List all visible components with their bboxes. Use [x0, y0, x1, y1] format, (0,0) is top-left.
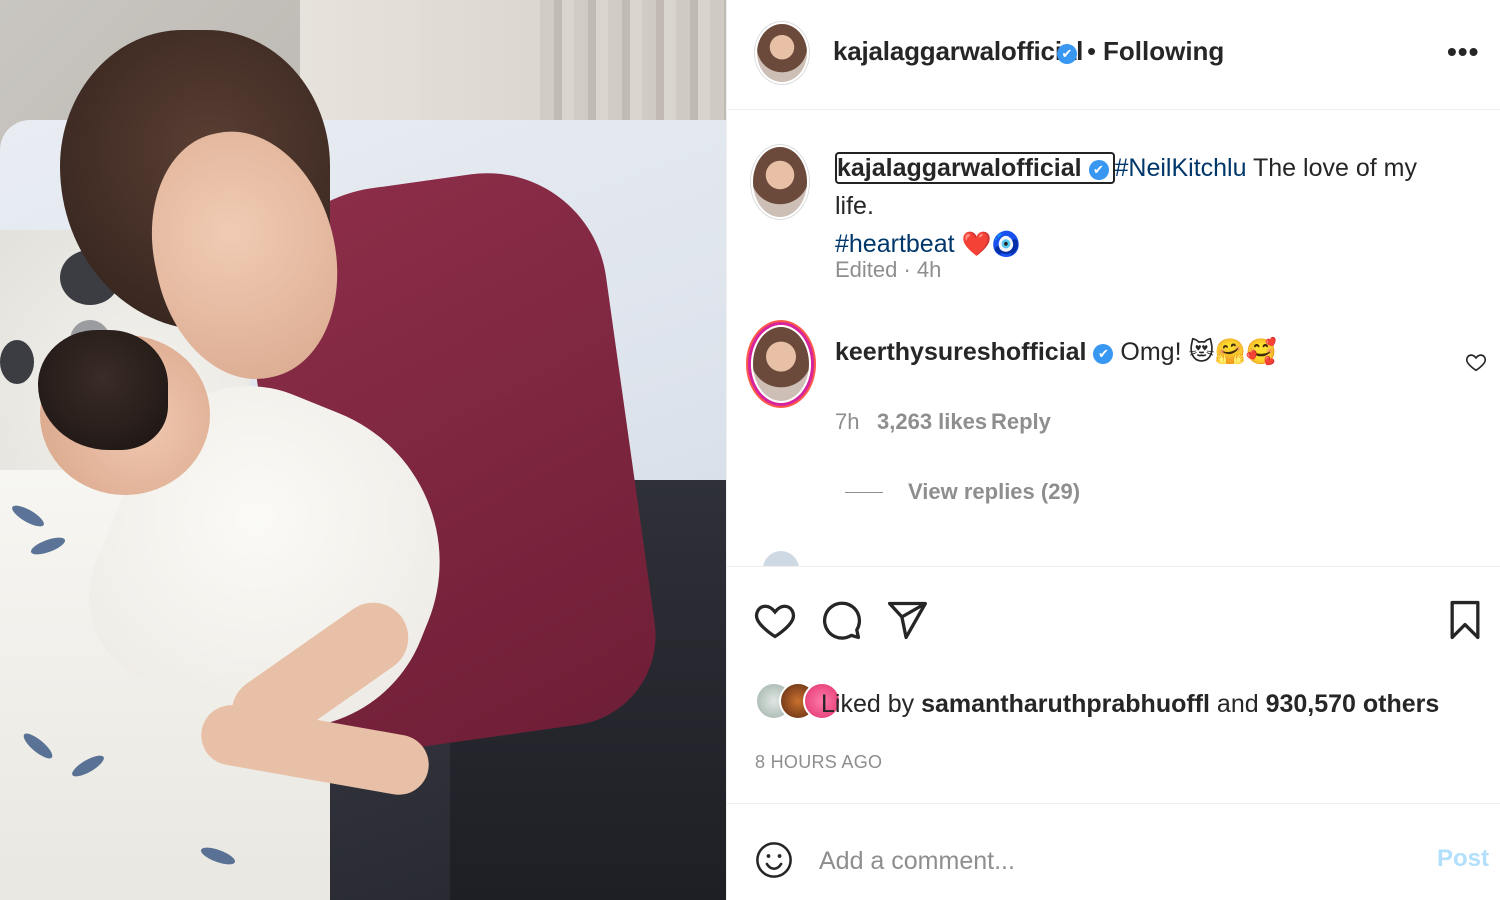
caption-avatar[interactable] [751, 145, 809, 219]
comment-text: Omg! 😻🤗🥰 [1120, 338, 1277, 366]
caption-emojis: ❤️🧿 [961, 230, 1022, 258]
verified-badge-icon: ✔ [1057, 44, 1077, 64]
comment-icon[interactable] [819, 598, 863, 642]
comment-input[interactable] [819, 843, 1399, 879]
liked-by-user[interactable]: samantharuthprabhuoffl [921, 690, 1210, 718]
comment-likes[interactable]: 3,263 likes [877, 409, 987, 435]
comment-like-icon[interactable] [1465, 351, 1487, 373]
separator-dot: • [1087, 36, 1097, 66]
post-timestamp[interactable]: 8 HOURS AGO [755, 752, 882, 773]
post-photo[interactable] [0, 0, 726, 900]
replies-divider-line [845, 492, 883, 493]
author-avatar[interactable] [755, 22, 809, 84]
verified-badge-icon: ✔ [1093, 344, 1114, 364]
liked-by-text: Liked by samantharuthprabhuoffl and 930,… [821, 690, 1439, 719]
comments-section[interactable]: kajalaggarwalofficial ✔ #NeilKitchlu The … [727, 111, 1500, 567]
more-options-icon[interactable]: ••• [1447, 36, 1479, 68]
comment-time: 7h [835, 409, 860, 434]
author-username[interactable]: kajalaggarwalofficial [833, 36, 1083, 67]
paper-plane-icon[interactable] [885, 598, 929, 642]
bookmark-icon[interactable] [1443, 598, 1487, 642]
view-replies-button[interactable]: View replies (29) [908, 479, 1080, 505]
commenter-username[interactable]: keerthysureshofficial [835, 338, 1087, 366]
reply-button[interactable]: Reply [991, 409, 1051, 435]
caption-edited-time: Edited · 4h [835, 257, 942, 282]
add-comment-bar: Post [727, 805, 1500, 900]
next-comment-avatar [763, 551, 799, 566]
liked-by-and: and [1209, 690, 1266, 718]
pillow-dot [0, 340, 34, 384]
hashtag-link[interactable]: #heartbeat [835, 230, 955, 258]
smiley-icon[interactable] [755, 841, 793, 879]
post-sidebar: kajalaggarwalofficial ✔ • Following ••• … [726, 0, 1500, 900]
comment-row: keerthysureshofficial ✔ Omg! 😻🤗🥰 [835, 337, 1277, 367]
caption-username-text: kajalaggarwalofficial [837, 154, 1082, 182]
commenter-avatar[interactable] [751, 325, 811, 403]
heart-icon[interactable] [753, 598, 797, 642]
likes-count[interactable]: 930,570 others [1266, 690, 1440, 718]
verified-badge-icon: ✔ [1088, 160, 1109, 180]
post-comment-button[interactable]: Post [1437, 845, 1489, 873]
post-header: kajalaggarwalofficial ✔ • Following ••• [727, 0, 1500, 110]
hashtag-link[interactable]: #NeilKitchlu [1115, 154, 1247, 182]
following-button[interactable]: Following [1103, 36, 1224, 67]
post-actions: Liked by samantharuthprabhuoffl and 930,… [727, 568, 1500, 804]
post-caption: kajalaggarwalofficial ✔ #NeilKitchlu The … [835, 149, 1455, 263]
caption-username[interactable]: kajalaggarwalofficial ✔ [835, 152, 1115, 184]
liked-by-prefix: Liked by [821, 690, 922, 718]
